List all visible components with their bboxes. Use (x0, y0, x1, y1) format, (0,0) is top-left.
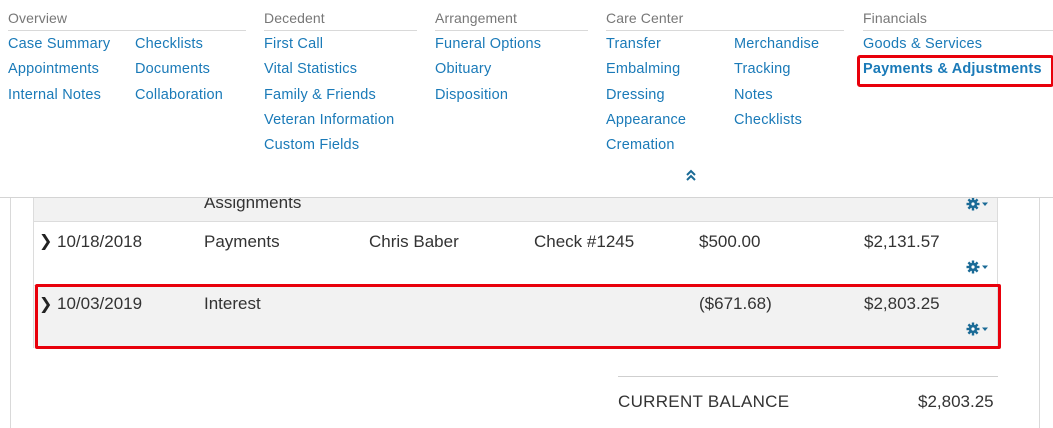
menu-heading-care-center: Care Center (606, 10, 844, 31)
menu-link-first-call[interactable]: First Call (264, 36, 323, 52)
row-type: Payments (204, 232, 280, 251)
row-date: 10/18/2018 (57, 232, 143, 251)
menu-link-disposition[interactable]: Disposition (435, 87, 508, 103)
row-name: Chris Baber (369, 232, 459, 251)
gear-icon[interactable] (966, 321, 990, 336)
menu-link-payments-adjustments[interactable]: Payments & Adjustments (863, 61, 1042, 77)
menu-link-vital-statistics[interactable]: Vital Statistics (264, 61, 357, 77)
menu-link-notes[interactable]: Notes (734, 87, 773, 103)
menu-link-veteran-information[interactable]: Veteran Information (264, 112, 394, 128)
menu-link-checklists[interactable]: Checklists (135, 36, 203, 52)
row-amount: $500.00 (699, 232, 761, 251)
menu-link-custom-fields[interactable]: Custom Fields (264, 137, 359, 153)
row-type: Interest (204, 294, 261, 313)
current-balance-value: $2,803.25 (918, 392, 994, 411)
menu-link-appearance[interactable]: Appearance (606, 112, 686, 128)
gear-icon[interactable] (966, 259, 990, 274)
menu-heading-decedent: Decedent (264, 10, 417, 31)
row-amount: ($671.68) (699, 294, 772, 313)
row-date: 10/03/2019 (57, 294, 143, 313)
ledger-row-payment[interactable]: ❯ 10/18/2018 Payments Chris Baber Check … (33, 222, 998, 286)
current-balance-label: CURRENT BALANCE (618, 392, 790, 411)
menu-heading-financials: Financials (863, 10, 1053, 31)
menu-link-documents[interactable]: Documents (135, 61, 210, 77)
menu-link-cremation[interactable]: Cremation (606, 137, 675, 153)
menu-link-tracking[interactable]: Tracking (734, 61, 791, 77)
expand-chevron-icon[interactable]: ❯ (39, 231, 52, 251)
menu-link-transfer[interactable]: Transfer (606, 36, 661, 52)
double-chevron-up-icon[interactable] (684, 168, 698, 182)
row-balance: $2,803.25 (864, 294, 940, 313)
balance-divider (618, 376, 998, 377)
menu-link-embalming[interactable]: Embalming (606, 61, 680, 77)
menu-heading-overview: Overview (8, 10, 246, 31)
menu-link-merchandise[interactable]: Merchandise (734, 36, 819, 52)
menu-link-goods-services[interactable]: Goods & Services (863, 36, 982, 52)
row-method: Check #1245 (534, 232, 635, 251)
menu-link-family-friends[interactable]: Family & Friends (264, 87, 376, 103)
row-balance: $2,131.57 (864, 232, 940, 251)
ledger-row-interest[interactable]: ❯ 10/03/2019 Interest ($671.68) $2,803.2… (33, 286, 998, 348)
menu-link-obituary[interactable]: Obituary (435, 61, 491, 77)
case-mega-menu: Overview Case Summary Appointments Inter… (0, 0, 1053, 198)
menu-link-case-summary[interactable]: Case Summary (8, 36, 110, 52)
menu-heading-arrangement: Arrangement (435, 10, 588, 31)
menu-link-funeral-options[interactable]: Funeral Options (435, 36, 541, 52)
gear-icon[interactable] (966, 196, 990, 211)
expand-chevron-icon[interactable]: ❯ (39, 294, 52, 314)
menu-link-appointments[interactable]: Appointments (8, 61, 99, 77)
menu-link-internal-notes[interactable]: Internal Notes (8, 87, 101, 103)
menu-link-dressing[interactable]: Dressing (606, 87, 665, 103)
menu-link-collaboration[interactable]: Collaboration (135, 87, 223, 103)
menu-link-checklists-care[interactable]: Checklists (734, 112, 802, 128)
